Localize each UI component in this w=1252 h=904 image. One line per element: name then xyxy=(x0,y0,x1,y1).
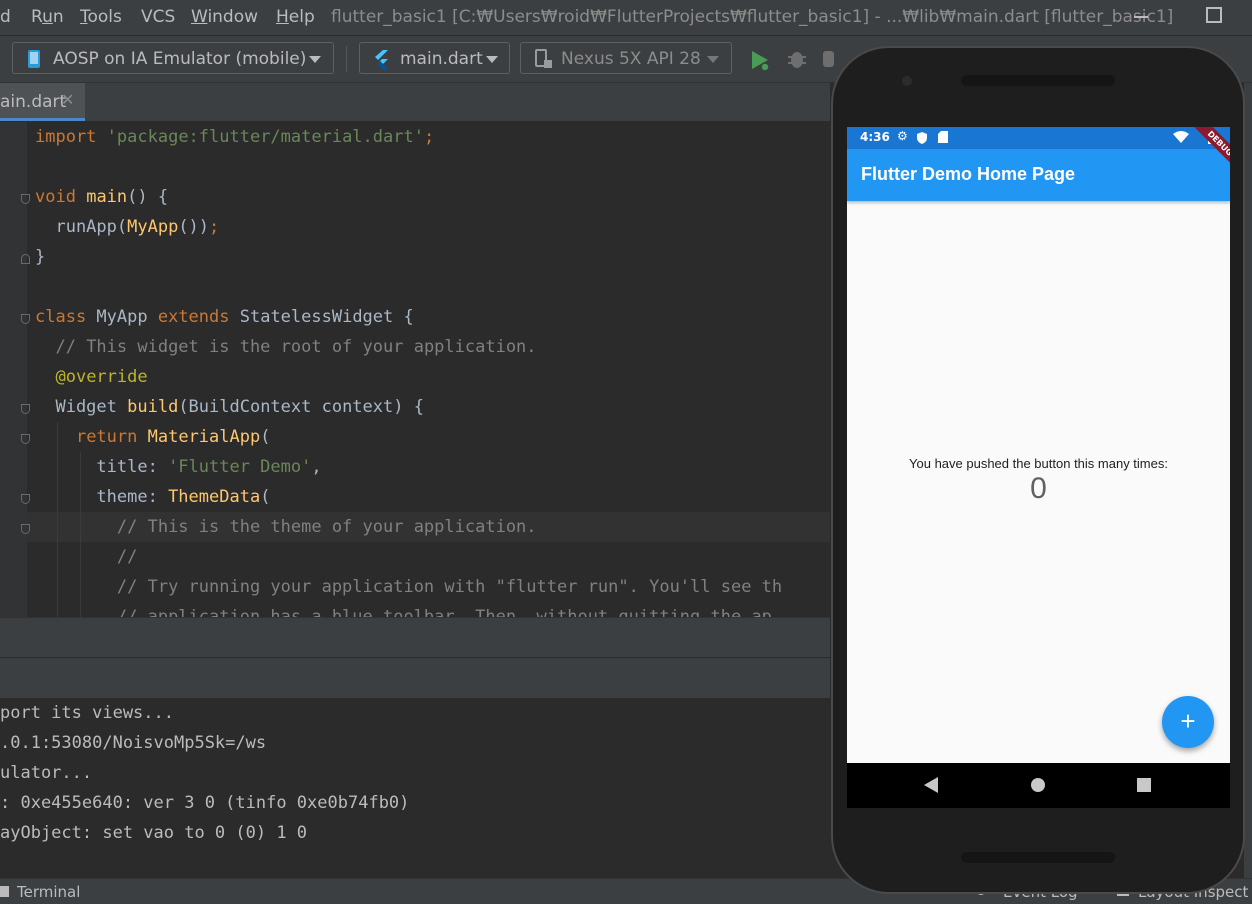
fold-marker-icon[interactable] xyxy=(21,194,30,204)
chevron-down-icon xyxy=(309,56,321,63)
increment-fab-button[interactable]: + xyxy=(1162,696,1214,748)
window-title: flutter_basic1 [C:₩Users₩roid₩FlutterPro… xyxy=(331,7,1174,27)
tab-label: ain.dart xyxy=(0,92,67,112)
device-selector-label: AOSP on IA Emulator (mobile) xyxy=(53,49,307,69)
run-config-label: main.dart xyxy=(400,49,483,69)
phone-camera xyxy=(902,76,912,86)
code-line: @override xyxy=(55,367,148,387)
fold-marker-icon[interactable] xyxy=(21,434,30,444)
run-icon[interactable] xyxy=(749,49,771,71)
console-line: port its views... xyxy=(0,703,174,723)
chevron-down-icon xyxy=(486,56,498,63)
run-config-selector[interactable]: main.dart xyxy=(359,42,510,74)
fold-marker-icon[interactable] xyxy=(21,524,30,534)
add-icon: + xyxy=(1180,706,1196,736)
editor-tab-strip: ain.dart ✕ xyxy=(0,83,830,121)
fold-marker-icon[interactable] xyxy=(21,494,30,504)
minimize-icon[interactable] xyxy=(1134,16,1148,18)
fold-marker-icon[interactable] xyxy=(21,404,30,414)
phone-device-icon xyxy=(28,50,40,68)
code-line: title: 'Flutter Demo', xyxy=(35,457,322,477)
right-tool-strip xyxy=(1244,83,1252,878)
code-line: Widget build(BuildContext context) { xyxy=(35,397,424,417)
menu-bar: d Run Tools VCS Window Help flutter_basi… xyxy=(0,0,1252,35)
fold-marker-icon[interactable] xyxy=(21,314,30,324)
fold-marker-icon[interactable] xyxy=(21,254,30,264)
code-line: void main() { xyxy=(35,187,169,207)
recents-icon[interactable] xyxy=(1137,778,1151,792)
code-line: theme: ThemeData( xyxy=(35,487,271,507)
android-status-bar: 4:36 ⚙ xyxy=(847,127,1230,149)
device-selector[interactable]: AOSP on IA Emulator (mobile) xyxy=(12,42,334,74)
run-console[interactable]: port its views... .0.1:53080/NoisvoMp5Sk… xyxy=(0,698,830,878)
avd-selector-label: Nexus 5X API 28 xyxy=(561,49,701,69)
counter-message: You have pushed the button this many tim… xyxy=(909,456,1168,471)
wifi-icon xyxy=(1173,131,1189,143)
console-line: ulator... xyxy=(0,763,93,783)
maximize-icon[interactable] xyxy=(1206,7,1222,23)
emulator-screen[interactable]: 4:36 ⚙ Flutter Demo Home Page DEBUG You … xyxy=(847,127,1230,808)
code-line: } xyxy=(35,247,46,267)
chevron-down-icon xyxy=(707,56,719,63)
settings-icon: ⚙ xyxy=(897,129,908,143)
code-line: runApp(MyApp()); xyxy=(35,217,220,237)
profile-icon[interactable] xyxy=(822,49,834,69)
code-line: import 'package:flutter/material.dart'; xyxy=(35,127,435,147)
sd-card-icon xyxy=(938,131,948,143)
flutter-icon xyxy=(375,50,388,69)
app-bar: Flutter Demo Home Page xyxy=(847,149,1230,201)
toolbar-divider xyxy=(346,46,347,72)
menu-run[interactable]: Run xyxy=(31,7,64,27)
menu-help[interactable]: Help xyxy=(276,7,315,27)
console-line: .0.1:53080/NoisvoMp5Sk=/ws xyxy=(0,733,267,753)
code-line: class MyApp extends StatelessWidget { xyxy=(35,307,414,327)
phone-speaker xyxy=(961,852,1115,863)
console-line: : 0xe455e640: ver 3 0 (tinfo 0xe0b74fb0) xyxy=(0,793,410,813)
terminal-tab[interactable]: Terminal xyxy=(17,883,80,901)
menu-tools[interactable]: Tools xyxy=(80,7,122,27)
app-bar-title: Flutter Demo Home Page xyxy=(861,164,1076,184)
android-nav-bar xyxy=(847,763,1230,808)
avd-device-icon xyxy=(535,49,552,68)
run-tool-window-header xyxy=(0,657,830,699)
code-line: // xyxy=(116,547,138,567)
counter-value: 0 xyxy=(1030,472,1047,505)
avd-selector[interactable]: Nexus 5X API 28 xyxy=(520,42,732,74)
code-line: // This widget is the root of your appli… xyxy=(55,337,537,357)
code-line: // application has a blue toolbar. Then,… xyxy=(116,607,772,617)
debug-icon[interactable] xyxy=(786,48,808,70)
back-icon[interactable] xyxy=(924,777,938,793)
tab-main-dart[interactable]: ain.dart ✕ xyxy=(0,83,85,121)
status-time: 4:36 xyxy=(860,130,890,144)
console-line: ayObject: set vao to 0 (0) 1 0 xyxy=(0,823,308,843)
home-icon[interactable] xyxy=(1031,778,1045,792)
phone-speaker xyxy=(961,75,1115,86)
editor-breadcrumb-bar xyxy=(0,617,830,658)
menu-window[interactable]: Window xyxy=(191,7,258,27)
code-line: return MaterialApp( xyxy=(75,427,271,447)
code-line: // Try running your application with "fl… xyxy=(116,577,783,597)
shield-icon xyxy=(917,132,927,144)
menu-build[interactable]: d xyxy=(0,7,11,27)
menu-vcs[interactable]: VCS xyxy=(141,7,175,27)
terminal-icon xyxy=(0,886,9,897)
code-editor[interactable]: import 'package:flutter/material.dart'; v… xyxy=(0,122,830,617)
code-line: // This is the theme of your application… xyxy=(116,517,537,537)
close-icon[interactable]: ✕ xyxy=(61,90,74,109)
